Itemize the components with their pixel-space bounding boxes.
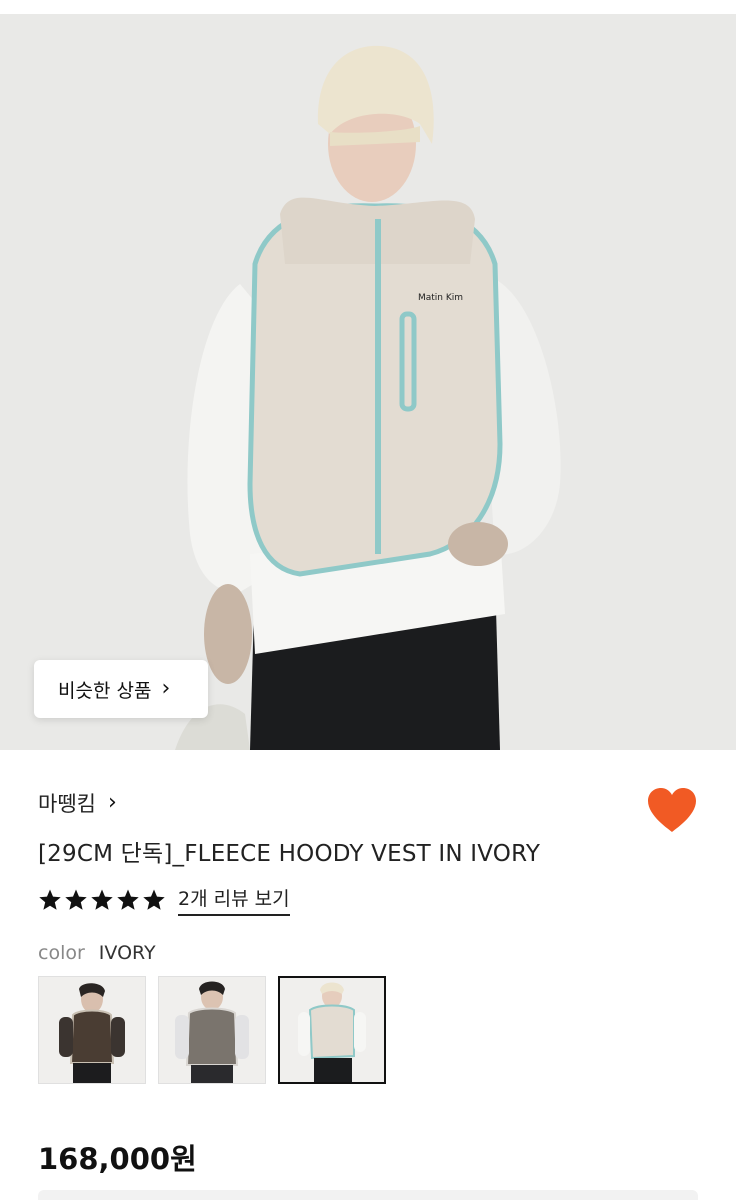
product-hero-image[interactable]: Matin Kim — [0, 14, 736, 750]
similar-products-button[interactable]: 비슷한 상품 › — [34, 660, 208, 718]
star-icon — [39, 889, 61, 910]
star-icon — [143, 889, 165, 910]
color-label: color — [38, 942, 85, 964]
product-price: 168,000원 — [38, 1142, 197, 1176]
swatch-ivory[interactable] — [278, 976, 386, 1084]
color-row: color IVORY — [38, 942, 156, 964]
swatch-image — [39, 977, 145, 1083]
heart-icon — [648, 788, 696, 832]
color-swatches — [38, 976, 386, 1084]
like-button[interactable] — [646, 786, 698, 834]
brand-link[interactable]: 마뗑킴 › — [38, 788, 117, 818]
brand-name: 마뗑킴 — [38, 792, 96, 816]
star-icon — [91, 889, 113, 910]
rating-row: 2개 리뷰 보기 — [38, 884, 290, 916]
swatch-image — [280, 978, 384, 1082]
swatch-brown[interactable] — [38, 976, 146, 1084]
bottom-bar — [38, 1190, 698, 1200]
star-icon — [65, 889, 87, 910]
similar-products-label: 비슷한 상품 — [58, 679, 152, 702]
hero-photo: Matin Kim — [0, 14, 736, 750]
reviews-link[interactable]: 2개 리뷰 보기 — [178, 884, 290, 916]
swatch-image — [159, 977, 265, 1083]
rating-stars — [38, 888, 166, 912]
chevron-right-icon: › — [107, 790, 117, 815]
chevron-right-icon: › — [161, 676, 171, 701]
vest-logo: Matin Kim — [418, 293, 463, 303]
swatch-gray[interactable] — [158, 976, 266, 1084]
color-value: IVORY — [98, 942, 156, 964]
product-title: [29CM 단독]_FLEECE HOODY VEST IN IVORY — [38, 841, 541, 867]
top-strip — [0, 0, 736, 14]
star-icon — [117, 889, 139, 910]
